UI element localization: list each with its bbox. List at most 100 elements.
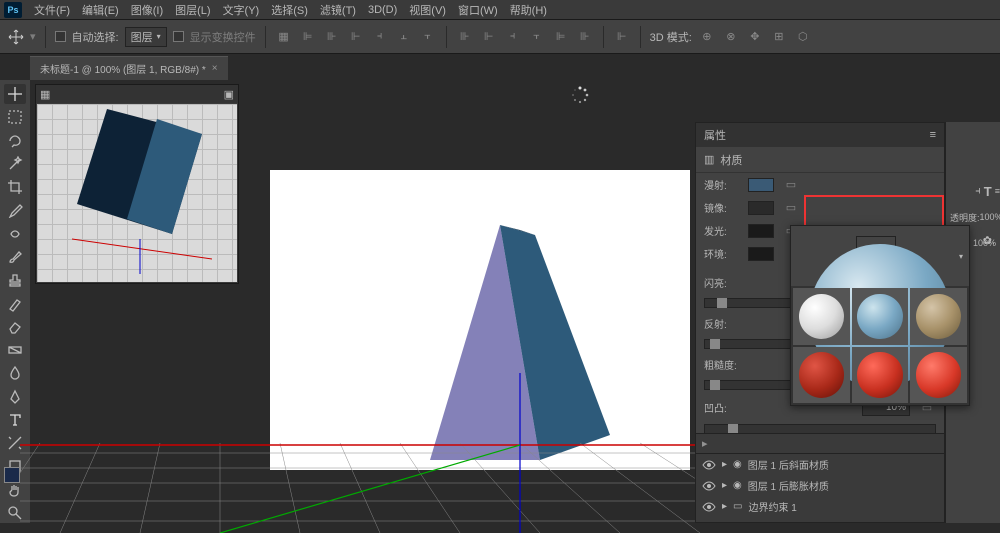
distribute-icon[interactable]: ⫟ [528, 28, 546, 46]
panel-subtitle: 材质 [720, 152, 742, 168]
bump-label: 凹凸: [704, 400, 740, 415]
settings-icon[interactable]: ✿. [983, 234, 995, 247]
selected-material-preview[interactable] [856, 236, 896, 276]
folder-icon[interactable]: ▭ [782, 201, 800, 215]
menu-window[interactable]: 窗口(W) [458, 2, 498, 18]
menu-text[interactable]: 文字(Y) [223, 2, 260, 18]
auto-select-label: 自动选择: [72, 29, 119, 45]
show-transform-label: 显示变换控件 [190, 29, 256, 45]
show-transform-checkbox[interactable] [173, 31, 184, 42]
layer-item[interactable]: ▸▭ 边界约束 1 [696, 496, 944, 517]
stamp-tool[interactable] [4, 270, 26, 290]
glow-swatch[interactable] [748, 224, 774, 238]
diffuse-label: 漫射: [704, 177, 740, 192]
3d-scale-icon[interactable]: ⬡ [794, 28, 812, 46]
material-option[interactable] [793, 288, 850, 345]
align-icon[interactable]: ⫞ [371, 28, 389, 46]
align-icon[interactable]: ▦ [275, 28, 293, 46]
distribute-icon[interactable]: ⊩ [480, 28, 498, 46]
grid-icon[interactable]: ▦ [40, 88, 50, 101]
move-tool-icon[interactable] [8, 29, 24, 45]
material-option[interactable] [910, 347, 967, 404]
3d-mode-label: 3D 模式: [650, 29, 692, 45]
app-icon: Ps [4, 2, 22, 18]
menu-view[interactable]: 视图(V) [409, 2, 446, 18]
folder-icon[interactable]: ▭ [782, 178, 800, 192]
3d-orbit-icon[interactable]: ⊕ [698, 28, 716, 46]
marquee-tool[interactable] [4, 107, 26, 127]
visibility-icon[interactable] [702, 458, 716, 472]
visibility-icon[interactable] [702, 500, 716, 514]
menu-select[interactable]: 选择(S) [271, 2, 308, 18]
layer-label: 边界约束 1 [748, 499, 796, 514]
layer-item[interactable]: ▸◉ 图层 1 后膨胀材质 [696, 475, 944, 496]
wand-tool[interactable] [4, 154, 26, 174]
document-tab[interactable]: 未标题-1 @ 100% (图层 1, RGB/8#) * × [30, 56, 228, 80]
align-icon[interactable]: ⫟ [419, 28, 437, 46]
align-icon[interactable]: ⊪ [323, 28, 341, 46]
gradient-tool[interactable] [4, 340, 26, 360]
ambient-swatch[interactable] [748, 247, 774, 261]
distribute-icon[interactable]: ⊪ [456, 28, 474, 46]
close-icon[interactable]: ▣ [224, 88, 234, 101]
document-tab-bar: 未标题-1 @ 100% (图层 1, RGB/8#) * × [0, 54, 1000, 80]
layer-item[interactable]: ▸◉ 图层 1 后斜面材质 [696, 454, 944, 475]
material-option[interactable] [793, 347, 850, 404]
eraser-tool[interactable] [4, 317, 26, 337]
eyedrop-tool[interactable] [4, 200, 26, 220]
menu-edit[interactable]: 编辑(E) [82, 2, 119, 18]
material-option[interactable] [852, 288, 909, 345]
move-tool[interactable] [4, 84, 26, 104]
distribute-icon[interactable]: ⊫ [552, 28, 570, 46]
panel-title: 属性 [704, 127, 726, 143]
material-thumb-icon: ◉ [733, 459, 742, 470]
menu-layer[interactable]: 图层(L) [175, 2, 210, 18]
menu-image[interactable]: 图像(I) [131, 2, 163, 18]
foreground-swatch[interactable] [4, 467, 20, 483]
menu-filter[interactable]: 滤镜(T) [320, 2, 356, 18]
close-icon[interactable]: × [212, 63, 218, 74]
menu-file[interactable]: 文件(F) [34, 2, 70, 18]
constraint-icon: ▭ [733, 501, 742, 512]
distribute-icon[interactable]: ⊪ [576, 28, 594, 46]
shine-label: 闪亮: [704, 275, 740, 290]
menu-help[interactable]: 帮助(H) [510, 2, 547, 18]
menu-3d[interactable]: 3D(D) [368, 4, 397, 16]
layers-list: ▸ ▸◉ 图层 1 后斜面材质 ▸◉ 图层 1 后膨胀材质 ▸▭ 边界约束 1 [695, 433, 945, 523]
layer-opacity-value[interactable]: 100% [980, 212, 1000, 222]
specular-label: 镜像: [704, 200, 740, 215]
3d-pan-icon[interactable]: ✥ [746, 28, 764, 46]
material-option[interactable] [910, 288, 967, 345]
ground-grid [20, 373, 740, 533]
glow-label: 发光: [704, 223, 740, 238]
diffuse-swatch[interactable] [748, 178, 774, 192]
workspace: ▦▣ 属 [30, 80, 1000, 523]
navigator-panel[interactable]: ▦▣ [35, 84, 239, 284]
material-option[interactable] [852, 347, 909, 404]
visibility-icon[interactable] [702, 479, 716, 493]
align-icon[interactable]: ⊩ [347, 28, 365, 46]
distribute-icon[interactable]: ⊩ [613, 28, 631, 46]
main-menu-bar: Ps 文件(F) 编辑(E) 图像(I) 图层(L) 文字(Y) 选择(S) 滤… [0, 0, 1000, 20]
layer-label: 图层 1 后斜面材质 [748, 457, 829, 472]
rough-label: 粗糙度: [704, 357, 740, 372]
lasso-tool[interactable] [4, 131, 26, 151]
specular-swatch[interactable] [748, 201, 774, 215]
auto-select-checkbox[interactable] [55, 31, 66, 42]
3d-orbit-icon[interactable]: ⊗ [722, 28, 740, 46]
reflect-label: 反射: [704, 316, 740, 331]
panel-menu-icon[interactable]: ≡ [930, 129, 936, 141]
distribute-icon[interactable]: ⫞ [504, 28, 522, 46]
crop-tool[interactable] [4, 177, 26, 197]
layer-label: 图层 1 后膨胀材质 [748, 478, 829, 493]
align-icon[interactable]: ⊫ [299, 28, 317, 46]
heal-tool[interactable] [4, 224, 26, 244]
align-icon[interactable]: ⫠ [395, 28, 413, 46]
auto-select-dropdown[interactable]: 图层▾ [125, 27, 167, 47]
brush-tool[interactable] [4, 247, 26, 267]
layer-opacity-label: 透明度: [950, 211, 980, 224]
dropdown-icon[interactable]: ▾ [959, 252, 963, 261]
material-picker-popup: ▾ ✿. [790, 225, 970, 406]
3d-slide-icon[interactable]: ⊞ [770, 28, 788, 46]
history-brush-tool[interactable] [4, 293, 26, 313]
